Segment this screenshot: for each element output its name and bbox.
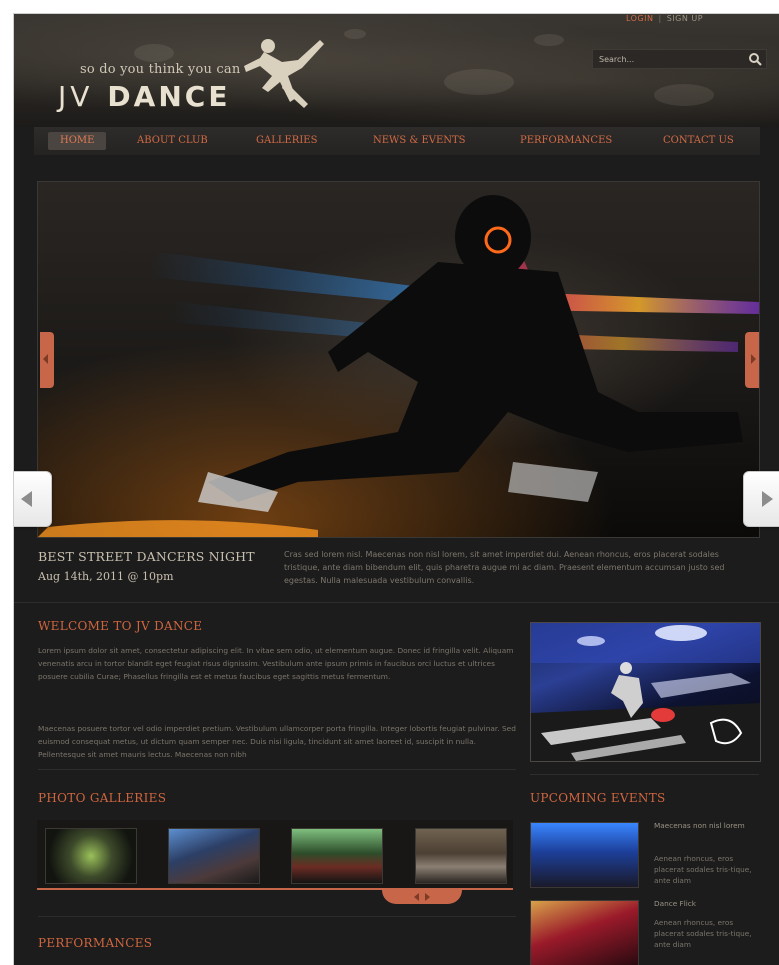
search-box (592, 49, 767, 69)
divider (530, 774, 759, 775)
event-thumbnail[interactable] (530, 900, 639, 965)
nav-performances[interactable]: PERFORMANCES (520, 127, 612, 155)
welcome-title: WELCOME TO JV DANCE (38, 619, 203, 633)
welcome-paragraph-2: Maecenas posuere tortor vel odio imperdi… (38, 724, 516, 759)
event-thumbnail[interactable] (530, 822, 639, 888)
divider (14, 602, 779, 603)
gallery-pager[interactable] (382, 890, 462, 904)
featured-photo-image (531, 623, 760, 761)
featured-photo[interactable] (530, 622, 761, 762)
slide-title[interactable]: BEST STREET DANCERS NIGHT (38, 549, 255, 564)
chevron-left-icon (43, 354, 48, 364)
nav-news-events[interactable]: NEWS & EVENTS (373, 127, 466, 155)
upcoming-events-title: UPCOMING EVENTS (530, 791, 666, 805)
welcome-paragraph-1: Lorem ipsum dolor sit amet, consectetur … (38, 646, 514, 681)
gallery-thumbnail[interactable] (168, 828, 260, 884)
featured-slider (37, 181, 760, 538)
site-tagline: so do you think you can (80, 62, 241, 77)
performances-title: PERFORMANCES (38, 936, 153, 950)
chevron-left-icon[interactable] (414, 893, 419, 901)
photo-galleries-title: PHOTO GALLERIES (38, 791, 167, 805)
slide-image (38, 182, 759, 537)
gallery-strip (37, 820, 513, 888)
nav-home[interactable]: HOME (48, 132, 107, 150)
signup-link[interactable]: SIGN UP (667, 14, 703, 23)
nav-about-club[interactable]: ABOUT CLUB (137, 127, 208, 155)
slide-description: Cras sed lorem nisl. Maecenas non nisl l… (284, 550, 725, 585)
search-icon[interactable] (748, 52, 762, 66)
divider (38, 769, 516, 770)
page: so do you think you can JV DANCE LOGIN | SI… (13, 13, 779, 965)
dancer-logo-icon (244, 39, 324, 108)
logo-jv: JV (58, 80, 94, 113)
logo-dance: DANCE (107, 80, 231, 113)
main-navigation: HOME ABOUT CLUB GALLERIES NEWS & EVENTS … (34, 127, 760, 155)
event-description: Aenean rhoncus, eros placerat sodales tr… (654, 918, 752, 949)
chevron-right-icon[interactable] (425, 893, 430, 901)
site-logo[interactable]: JV DANCE (58, 80, 230, 113)
account-links: LOGIN | SIGN UP (626, 14, 703, 32)
event-description: Aenean rhoncus, eros placerat sodales tr… (654, 854, 752, 885)
account-links-separator: | (658, 14, 662, 23)
header: so do you think you can JV DANCE LOGIN | SI… (14, 14, 779, 127)
search-input[interactable] (597, 51, 741, 68)
slide-date: Aug 14th, 2011 @ 10pm (38, 570, 174, 583)
arrow-right-icon (762, 491, 773, 507)
nav-galleries[interactable]: GALLERIES (256, 127, 317, 155)
slider-prev-tab[interactable] (40, 332, 54, 388)
chevron-right-icon (751, 354, 756, 364)
event-title[interactable]: Dance Flick (654, 898, 764, 909)
nav-contact-us[interactable]: CONTACT US (663, 127, 734, 155)
gallery-thumbnail[interactable] (415, 828, 507, 884)
login-link[interactable]: LOGIN (626, 14, 654, 23)
divider (38, 916, 516, 917)
gallery-thumbnail[interactable] (45, 828, 137, 884)
event-title[interactable]: Maecenas non nisl lorem (654, 820, 764, 831)
slider-next-tab[interactable] (745, 332, 759, 388)
slider-next-button[interactable] (743, 471, 779, 527)
arrow-left-icon (21, 491, 32, 507)
slider-prev-button[interactable] (14, 471, 52, 527)
gallery-thumbnail[interactable] (291, 828, 383, 884)
